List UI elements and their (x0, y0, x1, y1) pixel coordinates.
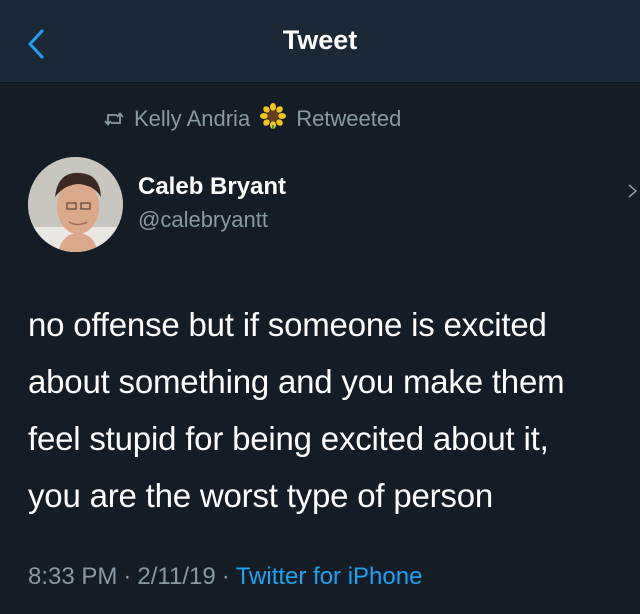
avatar[interactable] (28, 157, 123, 252)
separator: · (123, 563, 132, 590)
tweet-date: 2/11/19 (137, 563, 216, 590)
top-bar: Tweet (0, 0, 640, 83)
retweeted-by[interactable]: Kelly Andria Retweeted (104, 103, 402, 135)
separator: · (221, 563, 230, 590)
tweet-metadata: 8:33 PM · 2/11/19 · Twitter for iPhone (28, 563, 422, 591)
author-handle[interactable]: @calebryantt (138, 207, 268, 233)
retweet-icon (104, 111, 124, 127)
author-name[interactable]: Caleb Bryant (138, 173, 286, 201)
retweeted-label: Retweeted (296, 106, 402, 131)
tweet-time: 8:33 PM (28, 563, 118, 590)
chevron-down-icon[interactable] (628, 184, 638, 203)
sunflower-icon (260, 103, 287, 135)
retweeter-name[interactable]: Kelly Andria (134, 106, 250, 132)
page-title: Tweet (282, 25, 358, 55)
tweet-text: no offense but if someone is excited abo… (28, 306, 565, 514)
tweet-source-link[interactable]: Twitter for iPhone (236, 563, 423, 591)
